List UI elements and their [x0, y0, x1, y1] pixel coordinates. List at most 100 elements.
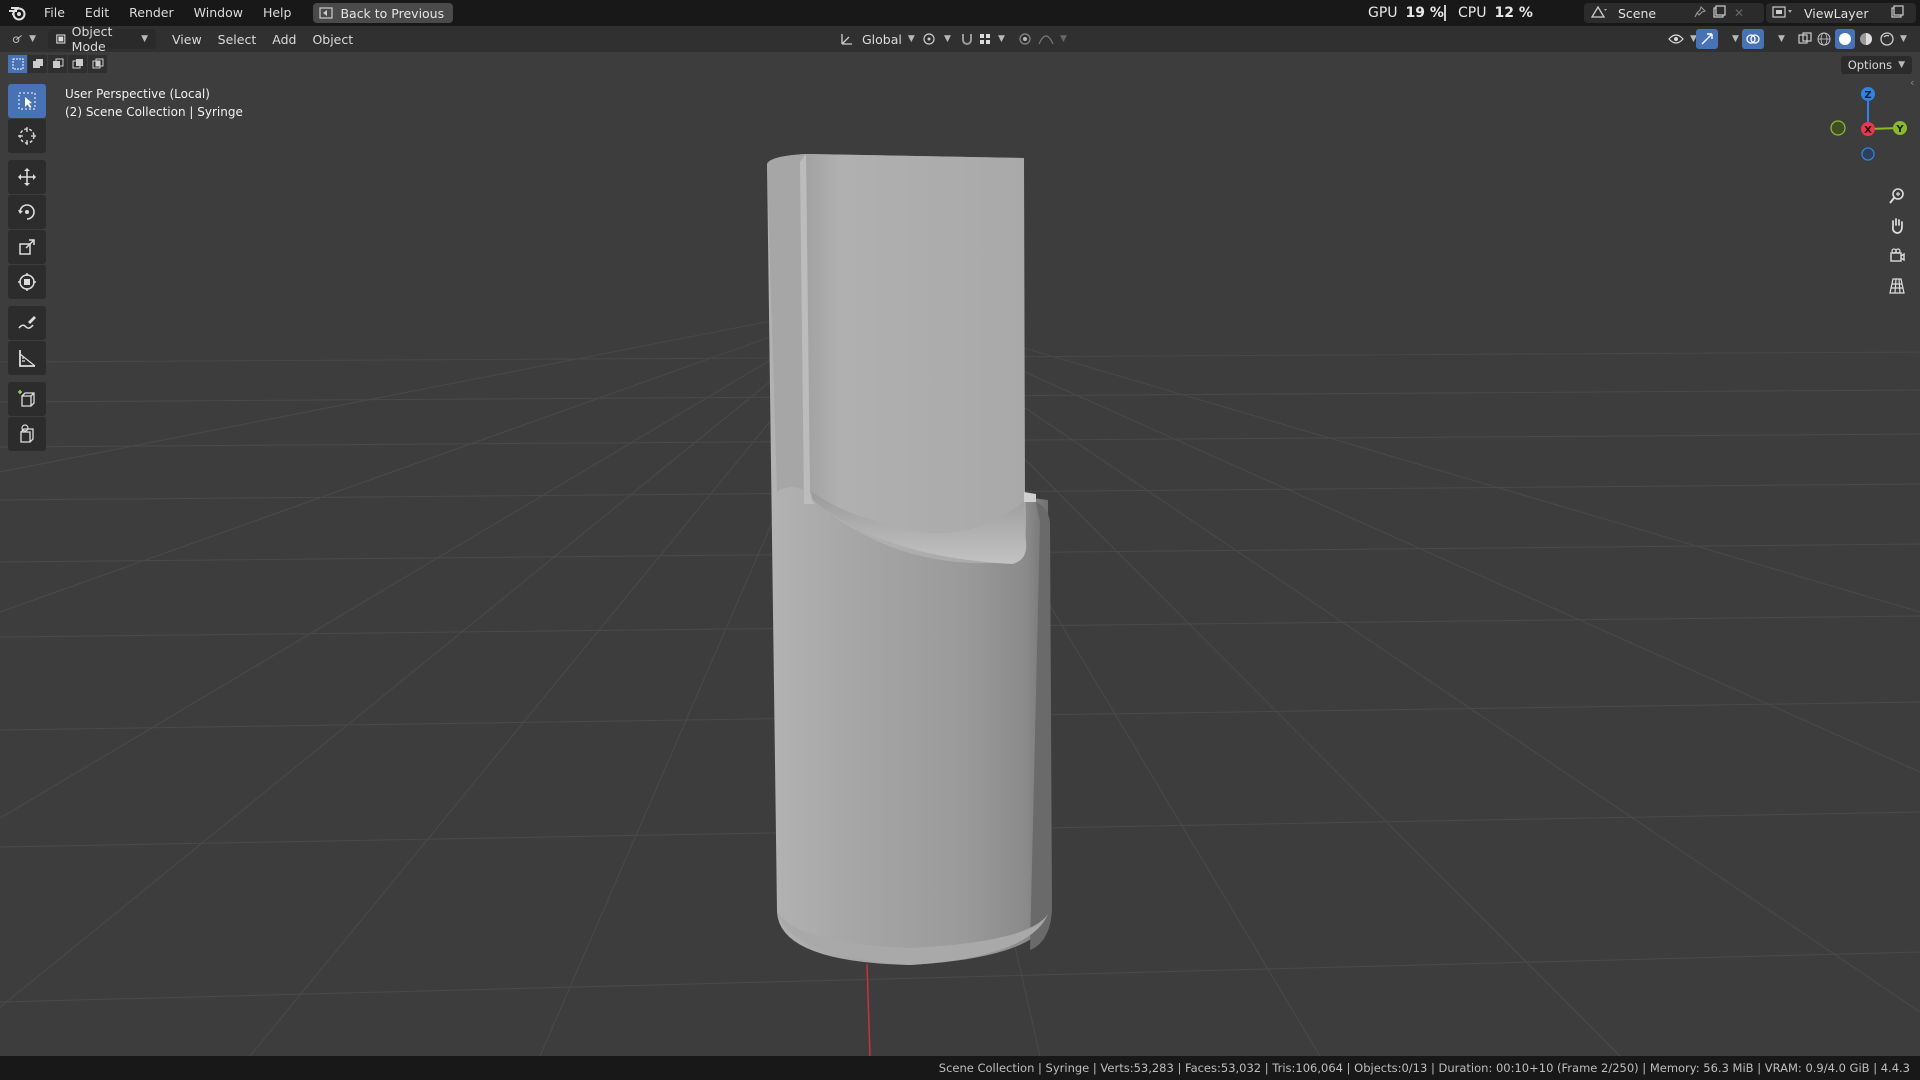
new-scene-icon[interactable]	[1712, 4, 1734, 22]
gizmo-toggle[interactable]	[1696, 29, 1718, 49]
screen-back-icon	[319, 7, 334, 19]
transform-orientation-dropdown[interactable]: Global ▼	[832, 29, 923, 49]
gpu-value: 19 %	[1405, 5, 1444, 21]
menu-help[interactable]: Help	[253, 0, 302, 26]
options-dropdown[interactable]: Options ▼	[1840, 56, 1912, 74]
grid-perspective-icon	[1889, 278, 1905, 294]
chevron-down-icon: ▼	[29, 34, 36, 44]
select-new-icon	[12, 58, 23, 70]
view-perspective-label: User Perspective (Local)	[65, 87, 210, 101]
pencil-icon	[18, 316, 36, 329]
select-box-tool[interactable]	[8, 84, 46, 118]
close-scene-icon[interactable]: ✕	[1734, 6, 1748, 20]
annotate-tool[interactable]	[8, 306, 46, 340]
material-sphere-icon	[1860, 33, 1872, 45]
transform-tool[interactable]	[8, 265, 46, 299]
chevron-down-icon: ▼	[944, 34, 951, 44]
rendered-shading-button[interactable]	[1877, 29, 1897, 49]
view-layer-selector[interactable]: ViewLayer	[1766, 3, 1916, 23]
overlays-icon	[1746, 34, 1760, 44]
editor-type-selector[interactable]: ▼	[0, 29, 44, 49]
back-to-previous-label: Back to Previous	[340, 5, 445, 21]
material-shading-button[interactable]	[1856, 29, 1876, 49]
chevron-down-icon: ▼	[1900, 34, 1907, 44]
cpu-value: 12 %	[1494, 5, 1533, 21]
measure-tool[interactable]	[8, 341, 46, 375]
chevron-down-icon: ▼	[141, 34, 148, 44]
transform-icon	[18, 273, 36, 291]
menu-window[interactable]: Window	[184, 0, 253, 26]
rotate-tool[interactable]	[8, 195, 46, 229]
scene-selector[interactable]: Scene ✕	[1584, 3, 1764, 23]
menu-view[interactable]: View	[164, 29, 210, 49]
menu-select[interactable]: Select	[210, 29, 265, 49]
falloff-dropdown[interactable]: ▼	[1030, 29, 1075, 49]
camera-icon	[1890, 248, 1905, 262]
3d-viewport-icon	[12, 35, 22, 43]
camera-view-button[interactable]	[1883, 242, 1911, 270]
usage-divider	[1444, 5, 1446, 21]
select-extend-button[interactable]	[28, 55, 47, 73]
tool-shelf	[8, 84, 46, 452]
rendered-sphere-icon	[1880, 32, 1894, 46]
add-cube-icon	[18, 390, 35, 407]
move-arrows-icon	[18, 168, 36, 186]
select-intersect-button[interactable]	[88, 55, 107, 73]
syringe-object[interactable]	[767, 154, 1052, 965]
blender-logo-icon[interactable]	[0, 0, 34, 26]
snap-target-dropdown[interactable]: ▼	[970, 29, 1013, 49]
menu-edit[interactable]: Edit	[75, 0, 119, 26]
view-layer-name[interactable]: ViewLayer	[1804, 6, 1890, 21]
cpu-usage: CPU 12 %	[1458, 0, 1533, 26]
add-object-tool[interactable]	[8, 417, 46, 451]
orientation-label: Global	[862, 31, 902, 47]
select-new-button[interactable]	[8, 55, 27, 73]
selection-mode-buttons	[8, 55, 107, 73]
3d-viewport[interactable]: User Perspective (Local) (2) Scene Colle…	[0, 52, 1920, 1056]
overlays-dropdown[interactable]: ▼	[1764, 29, 1793, 49]
zoom-view-button[interactable]	[1883, 182, 1911, 210]
pan-view-button[interactable]	[1883, 212, 1911, 240]
orientation-icon	[841, 34, 852, 45]
overlays-toggle[interactable]	[1742, 29, 1764, 49]
solid-shading-button[interactable]	[1835, 29, 1855, 49]
gizmo-y-label: Y	[1895, 124, 1904, 135]
select-subtract-button[interactable]	[48, 55, 67, 73]
new-view-layer-icon[interactable]	[1890, 4, 1910, 22]
wireframe-shading-button[interactable]	[1814, 29, 1834, 49]
cursor-tool[interactable]	[8, 119, 46, 153]
ruler-icon	[19, 350, 36, 367]
back-to-previous-button[interactable]: Back to Previous	[313, 3, 454, 23]
solid-sphere-icon	[1839, 33, 1851, 45]
toggle-perspective-button[interactable]	[1883, 272, 1911, 300]
select-subtract-icon	[52, 58, 63, 68]
menu-add[interactable]: Add	[264, 29, 304, 49]
mode-dropdown[interactable]: Object Mode ▼	[48, 24, 156, 54]
add-cube-tool[interactable]	[8, 382, 46, 416]
shading-dropdown[interactable]: ▼	[1898, 29, 1909, 49]
select-intersect-icon	[92, 58, 103, 69]
select-invert-button[interactable]	[68, 55, 87, 73]
menu-object[interactable]: Object	[304, 29, 361, 49]
scene-icon	[1590, 5, 1610, 22]
chevron-down-icon: ▼	[1898, 60, 1905, 70]
sidebar-toggle-icon[interactable]: ‹	[1910, 76, 1914, 89]
select-extend-icon	[32, 59, 43, 68]
options-label: Options	[1847, 58, 1893, 72]
navigation-gizmo[interactable]: Z Y X	[1822, 74, 1912, 164]
shading-modes: ▼	[1814, 29, 1909, 49]
object-mode-icon	[56, 34, 66, 44]
menu-render[interactable]: Render	[119, 0, 184, 26]
select-cursor-icon	[18, 92, 36, 110]
menu-file[interactable]: File	[34, 0, 75, 26]
pin-icon[interactable]	[1694, 5, 1712, 21]
snap-grid-icon	[980, 34, 990, 44]
chevron-down-icon: ▼	[1732, 34, 1739, 44]
scale-tool[interactable]	[8, 230, 46, 264]
select-invert-icon	[72, 59, 83, 69]
status-bar: Scene Collection | Syringe | Verts:53,28…	[0, 1056, 1920, 1080]
gizmo-icon	[1701, 33, 1713, 45]
viewport-header: ▼ Object Mode ▼ View Select Add Object G…	[0, 24, 1920, 54]
move-tool[interactable]	[8, 160, 46, 194]
scene-name[interactable]: Scene	[1618, 6, 1694, 21]
